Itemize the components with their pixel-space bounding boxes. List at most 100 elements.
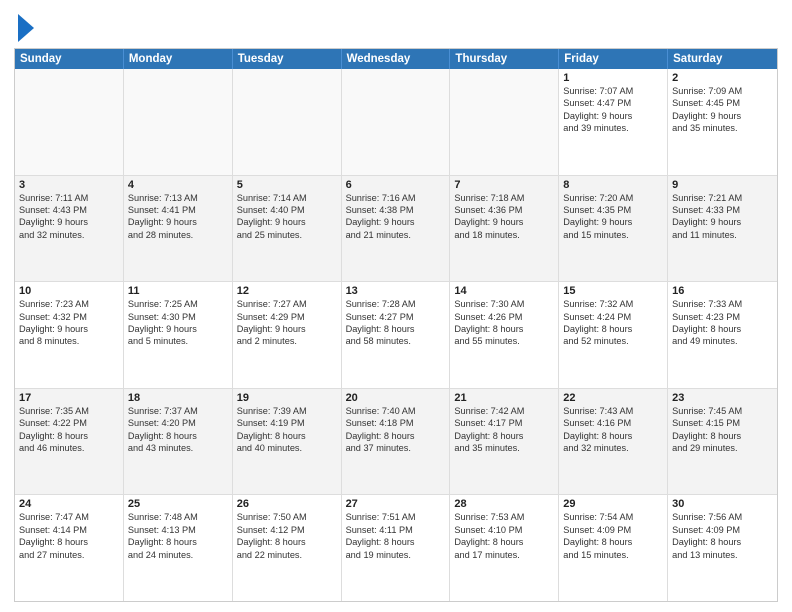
cell-info-line: Daylight: 8 hours [237,430,337,442]
cell-info-line: and 37 minutes. [346,442,446,454]
cell-info-line: Sunset: 4:16 PM [563,417,663,429]
cell-info-line: Sunrise: 7:43 AM [563,405,663,417]
cell-info-line: Sunrise: 7:21 AM [672,192,773,204]
day-number: 1 [563,72,663,84]
cell-info-line: and 40 minutes. [237,442,337,454]
day-number: 16 [672,285,773,297]
calendar-cell: 20Sunrise: 7:40 AMSunset: 4:18 PMDayligh… [342,389,451,495]
cell-info-line: Sunset: 4:33 PM [672,204,773,216]
calendar-cell: 4Sunrise: 7:13 AMSunset: 4:41 PMDaylight… [124,176,233,282]
cell-info-line: and 55 minutes. [454,335,554,347]
cell-info-line: Sunrise: 7:39 AM [237,405,337,417]
day-number: 6 [346,179,446,191]
cell-info-line: Sunset: 4:36 PM [454,204,554,216]
cell-info-line: Sunset: 4:15 PM [672,417,773,429]
calendar-week-4: 17Sunrise: 7:35 AMSunset: 4:22 PMDayligh… [15,389,777,496]
cell-info-line: and 17 minutes. [454,549,554,561]
cell-info-line: Sunset: 4:20 PM [128,417,228,429]
calendar-cell: 16Sunrise: 7:33 AMSunset: 4:23 PMDayligh… [668,282,777,388]
cell-info-line: Daylight: 9 hours [19,216,119,228]
cell-info-line: Sunset: 4:10 PM [454,524,554,536]
day-number: 5 [237,179,337,191]
cell-info-line: Sunset: 4:14 PM [19,524,119,536]
cell-info-line: Daylight: 8 hours [672,536,773,548]
calendar-cell: 30Sunrise: 7:56 AMSunset: 4:09 PMDayligh… [668,495,777,601]
calendar-cell: 26Sunrise: 7:50 AMSunset: 4:12 PMDayligh… [233,495,342,601]
cell-info-line: Sunset: 4:43 PM [19,204,119,216]
cell-info-line: Daylight: 9 hours [19,323,119,335]
cell-info-line: Sunset: 4:30 PM [128,311,228,323]
cell-info-line: Sunset: 4:40 PM [237,204,337,216]
day-number: 9 [672,179,773,191]
calendar-cell [342,69,451,175]
page: SundayMondayTuesdayWednesdayThursdayFrid… [0,0,792,612]
cell-info-line: Sunrise: 7:27 AM [237,298,337,310]
day-number: 19 [237,392,337,404]
cell-info-line: Daylight: 8 hours [563,536,663,548]
calendar-cell: 17Sunrise: 7:35 AMSunset: 4:22 PMDayligh… [15,389,124,495]
calendar-cell: 3Sunrise: 7:11 AMSunset: 4:43 PMDaylight… [15,176,124,282]
cell-info-line: and 19 minutes. [346,549,446,561]
cell-info-line: Daylight: 9 hours [563,216,663,228]
cell-info-line: Sunrise: 7:32 AM [563,298,663,310]
calendar-cell: 5Sunrise: 7:14 AMSunset: 4:40 PMDaylight… [233,176,342,282]
calendar-cell [233,69,342,175]
cell-info-line: Sunrise: 7:51 AM [346,511,446,523]
calendar-cell: 19Sunrise: 7:39 AMSunset: 4:19 PMDayligh… [233,389,342,495]
day-number: 18 [128,392,228,404]
cell-info-line: Sunrise: 7:20 AM [563,192,663,204]
cell-info-line: Daylight: 8 hours [563,430,663,442]
cell-info-line: Sunrise: 7:33 AM [672,298,773,310]
day-number: 10 [19,285,119,297]
day-number: 13 [346,285,446,297]
cell-info-line: and 32 minutes. [19,229,119,241]
cell-info-line: Sunset: 4:09 PM [563,524,663,536]
day-number: 12 [237,285,337,297]
day-header-sunday: Sunday [15,49,124,69]
cell-info-line: Daylight: 8 hours [19,430,119,442]
cell-info-line: Sunset: 4:26 PM [454,311,554,323]
calendar-cell: 9Sunrise: 7:21 AMSunset: 4:33 PMDaylight… [668,176,777,282]
day-number: 27 [346,498,446,510]
day-number: 23 [672,392,773,404]
cell-info-line: Sunrise: 7:54 AM [563,511,663,523]
cell-info-line: Sunrise: 7:09 AM [672,85,773,97]
calendar-cell [15,69,124,175]
day-header-monday: Monday [124,49,233,69]
cell-info-line: Sunrise: 7:53 AM [454,511,554,523]
cell-info-line: Sunset: 4:29 PM [237,311,337,323]
cell-info-line: Daylight: 9 hours [128,323,228,335]
cell-info-line: Sunset: 4:35 PM [563,204,663,216]
calendar-cell: 27Sunrise: 7:51 AMSunset: 4:11 PMDayligh… [342,495,451,601]
calendar-cell: 1Sunrise: 7:07 AMSunset: 4:47 PMDaylight… [559,69,668,175]
cell-info-line: and 49 minutes. [672,335,773,347]
cell-info-line: Daylight: 8 hours [454,536,554,548]
cell-info-line: Sunset: 4:19 PM [237,417,337,429]
cell-info-line: Sunset: 4:24 PM [563,311,663,323]
cell-info-line: Sunset: 4:18 PM [346,417,446,429]
cell-info-line: Sunrise: 7:23 AM [19,298,119,310]
cell-info-line: Sunrise: 7:18 AM [454,192,554,204]
cell-info-line: and 58 minutes. [346,335,446,347]
day-number: 30 [672,498,773,510]
cell-info-line: and 11 minutes. [672,229,773,241]
cell-info-line: Sunrise: 7:07 AM [563,85,663,97]
cell-info-line: Sunset: 4:45 PM [672,97,773,109]
cell-info-line: Daylight: 8 hours [128,536,228,548]
cell-info-line: and 29 minutes. [672,442,773,454]
calendar-cell: 14Sunrise: 7:30 AMSunset: 4:26 PMDayligh… [450,282,559,388]
calendar-cell [124,69,233,175]
day-header-tuesday: Tuesday [233,49,342,69]
calendar: SundayMondayTuesdayWednesdayThursdayFrid… [14,48,778,602]
cell-info-line: and 46 minutes. [19,442,119,454]
day-number: 11 [128,285,228,297]
calendar-cell: 21Sunrise: 7:42 AMSunset: 4:17 PMDayligh… [450,389,559,495]
cell-info-line: Sunrise: 7:13 AM [128,192,228,204]
cell-info-line: Sunset: 4:09 PM [672,524,773,536]
day-header-saturday: Saturday [668,49,777,69]
cell-info-line: Sunrise: 7:28 AM [346,298,446,310]
cell-info-line: and 22 minutes. [237,549,337,561]
cell-info-line: Daylight: 8 hours [128,430,228,442]
day-number: 14 [454,285,554,297]
cell-info-line: and 28 minutes. [128,229,228,241]
